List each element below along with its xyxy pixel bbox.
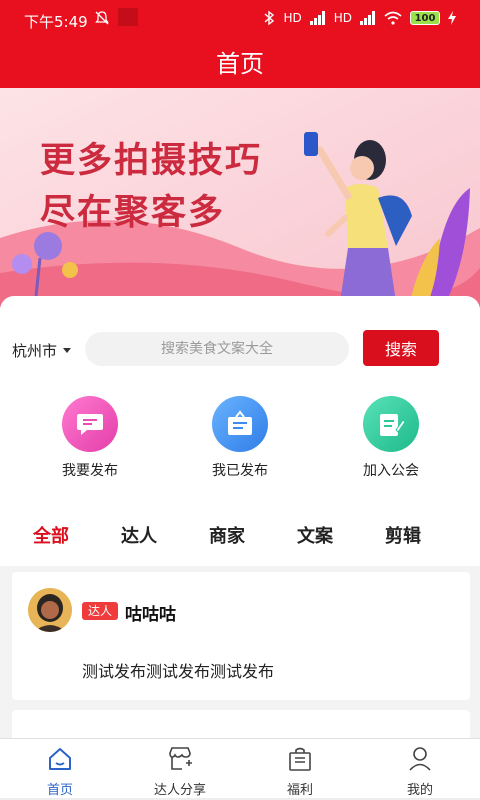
gift-bag-icon — [289, 747, 311, 771]
notification-square — [118, 8, 138, 26]
search-button[interactable]: 搜索 — [363, 330, 439, 366]
status-bar: 下午5:49 HD HD 100 — [0, 0, 480, 40]
post-text: 测试发布测试发布测试发布 — [82, 662, 275, 681]
signal-icon-2 — [360, 11, 375, 25]
edit-note-icon — [363, 396, 419, 452]
wifi-icon — [384, 11, 402, 25]
signal-label-2: HD — [333, 11, 352, 25]
nav-label: 首页 — [46, 783, 73, 798]
mute-icon — [95, 11, 109, 25]
nav-welfare[interactable]: 福利 — [240, 745, 360, 798]
nav-mine[interactable]: 我的 — [360, 745, 480, 798]
page-title: 首页 — [216, 50, 264, 78]
bluetooth-icon — [265, 10, 275, 26]
avatar[interactable] — [28, 588, 72, 632]
nav-label: 达人分享 — [153, 783, 206, 798]
status-right: HD HD 100 — [263, 10, 456, 26]
battery-indicator: 100 — [410, 11, 440, 25]
promo-banner[interactable]: 更多拍摄技巧 尽在聚客多 — [0, 88, 480, 308]
tab-copywriting[interactable]: 文案 — [280, 522, 350, 548]
quick-action-join-guild[interactable]: 加入公会 — [336, 396, 446, 480]
role-badge: 达人 — [82, 602, 119, 620]
banner-headline-2: 尽在聚客多 — [40, 192, 226, 233]
board-icon — [212, 396, 268, 452]
tab-influencer[interactable]: 达人 — [104, 522, 174, 548]
signal-label-1: HD — [283, 11, 302, 25]
chat-bubble-icon — [62, 396, 118, 452]
main-content: 杭州市 搜索 我要发布 我已发布 — [0, 296, 480, 566]
nav-home[interactable]: 首页 — [0, 745, 120, 798]
quick-action-label: 加入公会 — [363, 463, 419, 479]
nav-label: 福利 — [286, 783, 313, 798]
quick-action-publish[interactable]: 我要发布 — [35, 396, 145, 480]
caret-down-icon — [63, 348, 72, 353]
tab-merchant[interactable]: 商家 — [192, 522, 262, 548]
status-time: 下午5:49 — [24, 13, 88, 31]
charging-icon — [448, 11, 456, 25]
shop-share-icon — [169, 747, 192, 770]
app-header: 下午5:49 HD HD 100 首页 — [0, 0, 480, 88]
post-card[interactable]: 达人 咕咕咕 测试发布测试发布测试发布 — [12, 572, 470, 700]
city-label: 杭州市 — [12, 342, 58, 360]
post-username[interactable]: 咕咕咕 — [125, 600, 176, 625]
nav-influencer-share[interactable]: 达人分享 — [120, 745, 240, 798]
quick-action-label: 我已发布 — [212, 463, 268, 479]
city-selector[interactable]: 杭州市 — [12, 340, 72, 361]
user-icon — [409, 747, 431, 771]
home-icon — [49, 748, 71, 770]
nav-label: 我的 — [406, 783, 433, 798]
tab-all[interactable]: 全部 — [16, 522, 86, 548]
bottom-nav: 首页 达人分享 福利 我的 — [0, 738, 480, 800]
quick-action-published[interactable]: 我已发布 — [185, 396, 295, 480]
tab-editing[interactable]: 剪辑 — [368, 522, 438, 548]
banner-headline-1: 更多拍摄技巧 — [40, 140, 263, 181]
category-tabs: 全部 达人 商家 文案 剪辑 — [0, 522, 480, 562]
search-input[interactable] — [85, 332, 349, 366]
quick-action-label: 我要发布 — [62, 463, 118, 479]
signal-icon — [309, 11, 325, 25]
